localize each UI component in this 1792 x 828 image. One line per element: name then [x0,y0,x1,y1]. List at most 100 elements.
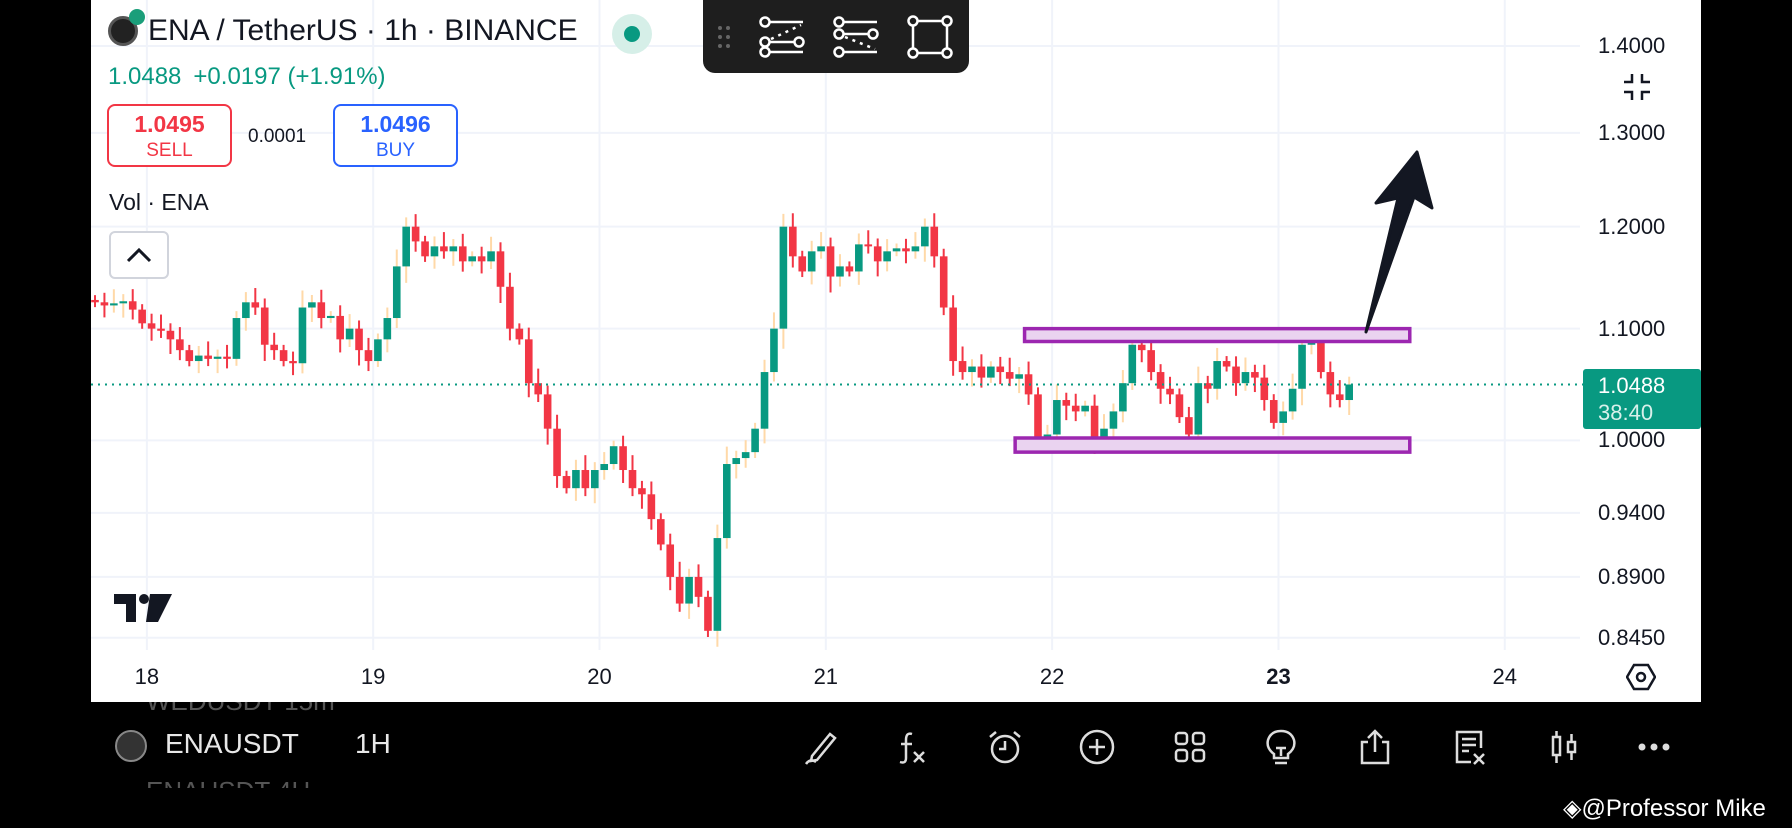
candle-body [213,356,222,359]
candle-body [977,366,986,378]
candle-body [911,246,920,252]
candle-body [317,302,326,319]
candle-body [110,303,118,306]
candle-body [1053,400,1061,435]
candle-body [619,446,627,471]
candle-body [713,538,722,631]
candle-body [440,246,448,252]
candle-body [685,576,693,604]
fib-channel-icon[interactable] [833,15,879,59]
candle-body [1175,394,1184,418]
candle-body [996,366,1005,373]
candle-body [119,301,128,304]
drag-handle-icon[interactable] [717,25,731,49]
parallel-channel-icon[interactable] [759,15,805,59]
candle-body [336,315,344,340]
candle-body [449,246,458,252]
price-axis-label: 0.8900 [1598,563,1666,589]
candle-body [421,241,429,257]
indicators-fx-icon[interactable] [892,728,930,766]
candle-body [628,470,637,489]
candle-body [987,366,995,378]
candle-body [770,328,778,373]
candle-body [1062,400,1071,406]
rectangle-tool-icon[interactable] [907,14,953,59]
candle-body [779,226,788,329]
candle-body [1005,372,1014,379]
candle-body [392,266,401,319]
candle-body [91,299,99,303]
candle-body [543,394,552,429]
volume-legend: Vol · ENA [109,189,209,215]
symbol-button[interactable]: ENAUSDT [165,728,299,760]
candle-body [1194,383,1203,435]
candle-body [723,464,731,539]
ideas-lightbulb-icon[interactable] [1262,728,1300,766]
candle-body [364,350,373,362]
candle-body [524,339,533,384]
candle-body [383,318,392,340]
candle-body [590,470,599,489]
candle-body [157,328,165,331]
buy-label: BUY [375,140,416,161]
candle-body [666,544,675,577]
sell-label: SELL [146,140,193,161]
timeframe-button[interactable]: 1H [355,728,391,760]
draw-pen-icon[interactable] [802,728,840,766]
candle-body [1119,383,1127,412]
object-tree-icon[interactable] [1451,728,1489,766]
candle-body [147,323,156,329]
candle-body [817,246,825,252]
candle-body [949,307,957,362]
candle-body [430,246,439,257]
sell-button[interactable]: 1.0495 SELL [107,104,232,167]
candle-body [1269,400,1278,423]
support-zone [1013,436,1412,454]
candle-body [732,458,741,465]
candle-body [458,246,467,262]
layout-grid-icon[interactable] [1171,728,1209,766]
date-axis-label: 18 [134,664,160,689]
candle-body [515,328,524,340]
candle-body [657,519,665,545]
candle-body [487,251,495,262]
exit-fullscreen-icon[interactable] [1622,72,1652,102]
price-axis-label: 0.8450 [1598,624,1666,650]
candle-body [1071,405,1080,412]
chart-type-candles-icon[interactable] [1545,728,1583,766]
candle-body [260,307,269,345]
candle-body [826,246,835,277]
candle-body [807,251,816,272]
candle-body [506,286,514,329]
more-options-icon[interactable] [1635,728,1673,766]
watermark: ◈@Professor Mike [1563,794,1766,823]
candle-body [185,350,194,362]
price-change-row: 1.0488 +0.0197 (+1.91%) [108,63,386,91]
add-circle-icon[interactable] [1078,728,1116,766]
spread: 0.0001 [248,126,307,147]
candle-body [1081,405,1089,412]
candle-body [1317,341,1325,373]
symbol-title[interactable]: ENA / TetherUS · 1h · BINANCE [108,9,578,48]
title-text: ENA / TetherUS · 1h · BINANCE [148,14,578,47]
up-arrow-annotation [1364,150,1434,334]
candle-body [1232,366,1240,384]
candle-body [355,328,363,351]
chevron-up-icon [126,247,152,263]
settings-hex-icon[interactable] [1626,663,1656,691]
collapse-legend-button[interactable] [109,231,169,279]
candle-body [600,464,609,471]
candle-body [166,330,175,340]
candle-body [873,246,882,262]
share-icon[interactable] [1356,728,1394,766]
candle-body [345,328,354,340]
buy-button[interactable]: 1.0496 BUY [333,104,458,167]
candle-body [1156,372,1165,389]
candle-body [751,428,759,453]
alarm-clock-icon[interactable] [986,728,1024,766]
candle-body [1034,394,1042,441]
candle-body [845,266,854,272]
candle-body [836,266,844,277]
candle-body [308,302,316,308]
candle-body [704,596,712,631]
